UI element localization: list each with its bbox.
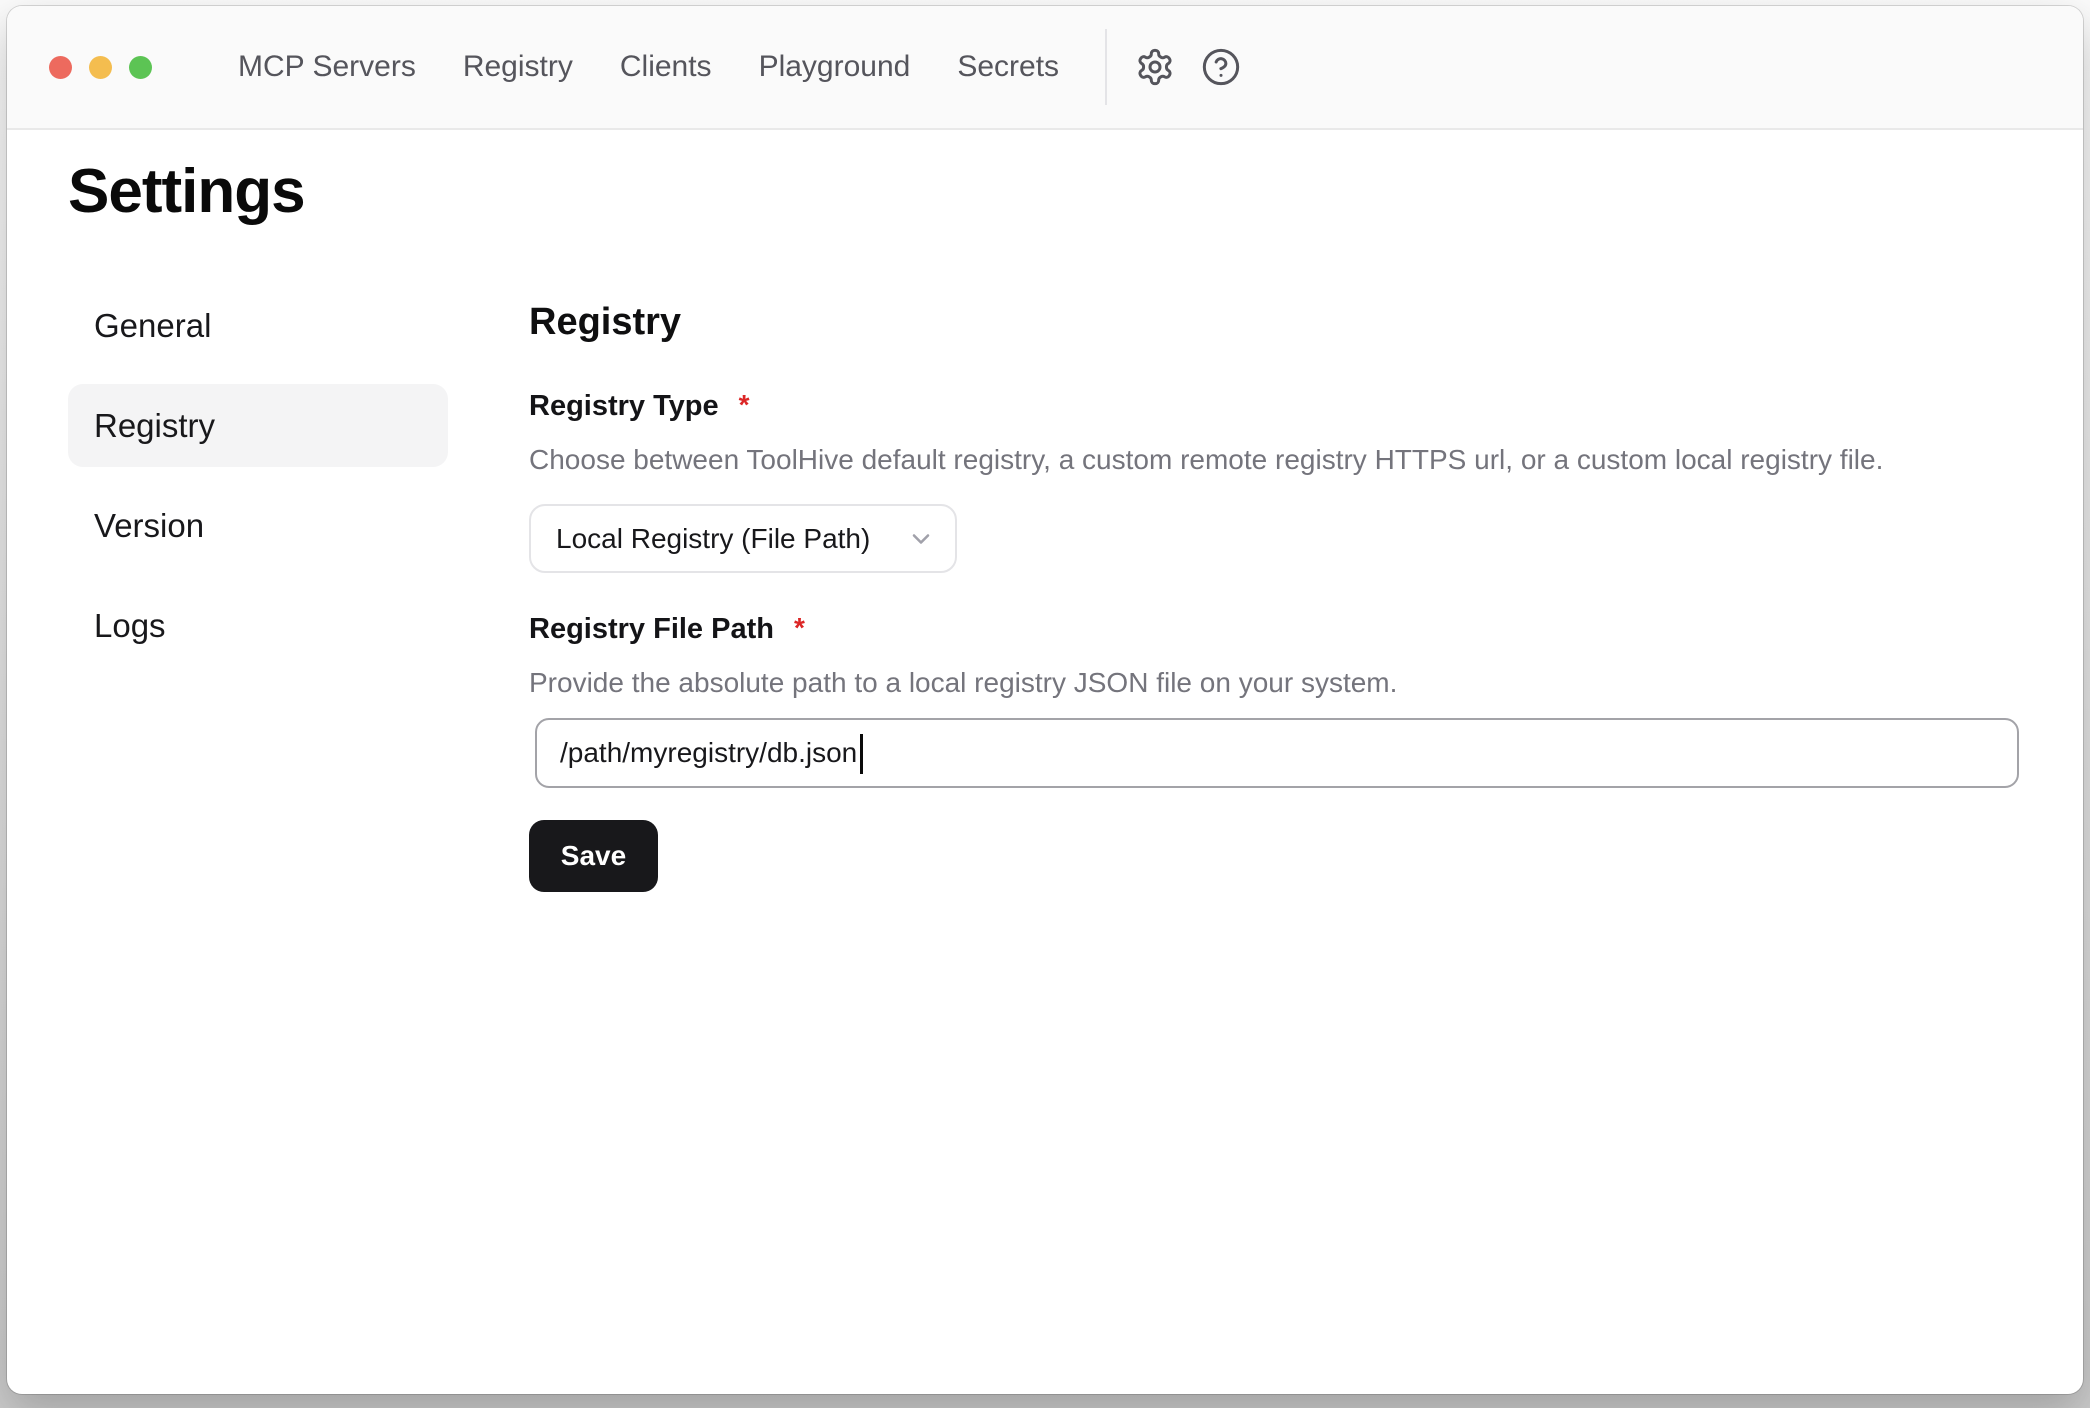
help-button[interactable] bbox=[1201, 47, 1241, 87]
save-button[interactable]: Save bbox=[529, 820, 658, 892]
window-controls bbox=[49, 56, 152, 79]
registry-type-selected-value: Local Registry (File Path) bbox=[556, 523, 870, 555]
registry-file-path-label-text: Registry File Path bbox=[529, 611, 774, 647]
registry-type-label: Registry Type * bbox=[529, 388, 2025, 424]
registry-type-label-text: Registry Type bbox=[529, 388, 719, 424]
required-asterisk: * bbox=[739, 387, 750, 423]
registry-type-select[interactable]: Local Registry (File Path) bbox=[529, 504, 957, 573]
main-nav: MCP Servers Registry Clients Playground … bbox=[238, 52, 1059, 82]
minimize-button[interactable] bbox=[89, 56, 112, 79]
settings-button[interactable] bbox=[1135, 47, 1175, 87]
nav-registry[interactable]: Registry bbox=[463, 52, 573, 82]
sidebar-item-version[interactable]: Version bbox=[68, 484, 448, 567]
registry-file-path-label: Registry File Path * bbox=[529, 611, 2025, 647]
nav-clients[interactable]: Clients bbox=[620, 52, 712, 82]
sidebar-item-logs[interactable]: Logs bbox=[68, 584, 448, 667]
sidebar-item-general[interactable]: General bbox=[68, 284, 448, 367]
chevron-down-icon bbox=[907, 525, 935, 553]
section-title: Registry bbox=[529, 299, 2025, 345]
gear-icon bbox=[1135, 47, 1175, 87]
app-window: MCP Servers Registry Clients Playground … bbox=[7, 6, 2083, 1394]
nav-secrets[interactable]: Secrets bbox=[957, 52, 1059, 82]
registry-settings-panel: Registry Registry Type * Choose between … bbox=[529, 284, 2025, 892]
registry-file-path-value: /path/myregistry/db.json bbox=[560, 737, 857, 769]
required-asterisk: * bbox=[794, 610, 805, 646]
nav-playground[interactable]: Playground bbox=[759, 52, 911, 82]
settings-sidebar: General Registry Version Logs bbox=[68, 284, 448, 684]
nav-divider bbox=[1105, 29, 1107, 105]
titlebar: MCP Servers Registry Clients Playground … bbox=[7, 6, 2083, 130]
zoom-button[interactable] bbox=[129, 56, 152, 79]
registry-file-path-description: Provide the absolute path to a local reg… bbox=[529, 664, 2025, 702]
registry-type-description: Choose between ToolHive default registry… bbox=[529, 441, 2025, 479]
help-icon bbox=[1201, 47, 1241, 87]
registry-file-path-input[interactable]: /path/myregistry/db.json bbox=[535, 718, 2019, 788]
nav-mcp-servers[interactable]: MCP Servers bbox=[238, 52, 416, 82]
titlebar-icons bbox=[1135, 47, 1241, 87]
text-cursor bbox=[860, 734, 863, 774]
settings-page: Settings General Registry Version Logs R… bbox=[7, 130, 2083, 892]
sidebar-item-registry[interactable]: Registry bbox=[68, 384, 448, 467]
close-button[interactable] bbox=[49, 56, 72, 79]
page-title: Settings bbox=[68, 158, 2083, 226]
